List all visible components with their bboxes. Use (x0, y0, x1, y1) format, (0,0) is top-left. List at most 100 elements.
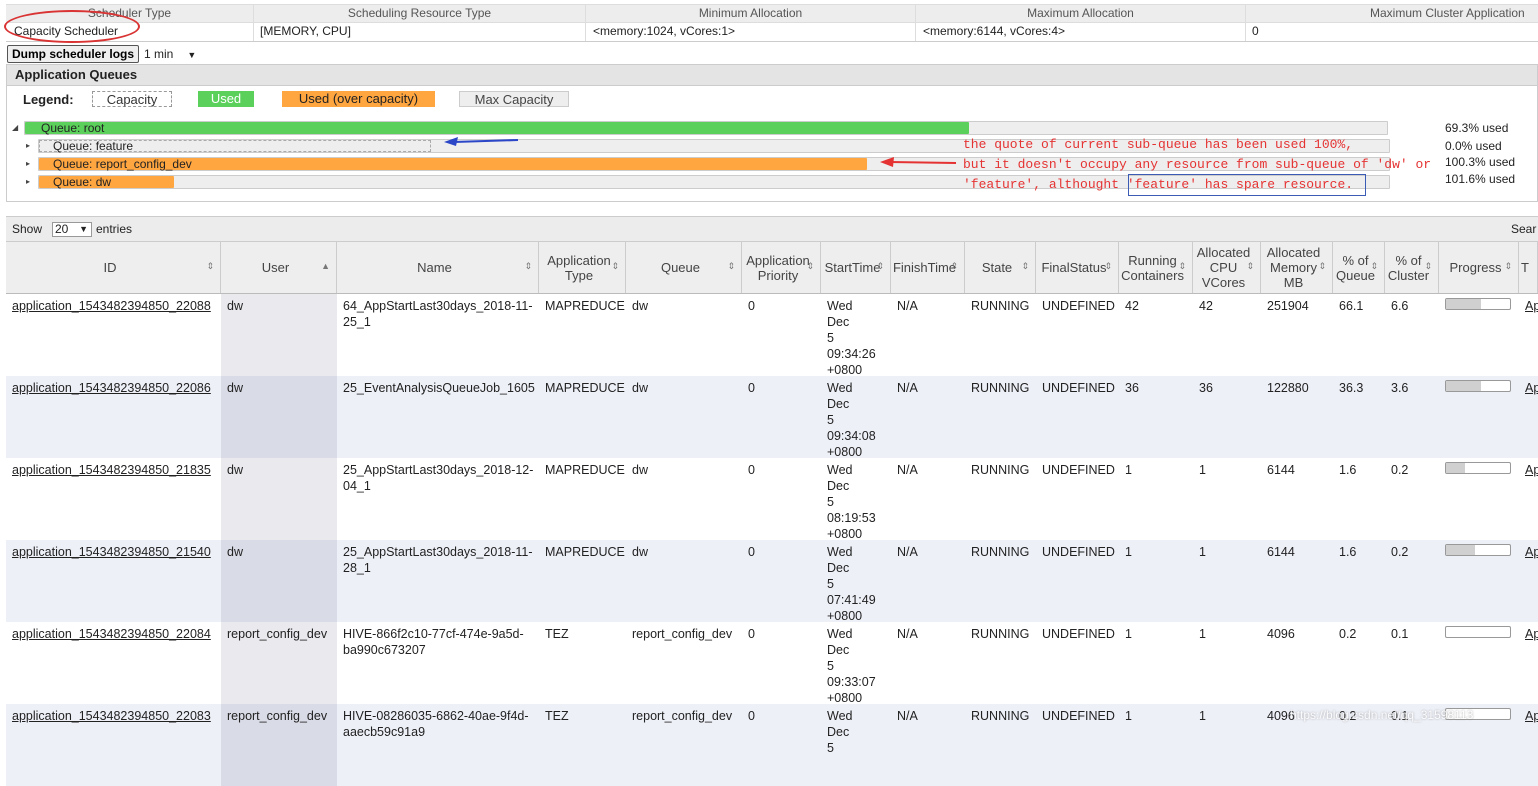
table-row[interactable]: application_1543482394850_22086 dw 25_Even… (6, 376, 1538, 458)
queue-bar-root[interactable]: Queue: root (24, 121, 1388, 135)
expand-toggle-icon[interactable]: ▸ (26, 157, 30, 171)
column-header-application-type[interactable]: Application Type ⇕ (539, 242, 626, 293)
cell-start-time: Wed Dec 5 09:34:08 +0800 2018 (827, 381, 876, 458)
column-header-allocated-memory[interactable]: Allocated Memory MB ⇕ (1261, 242, 1333, 293)
cell-state: RUNNING (971, 381, 1030, 395)
column-header-pct-queue[interactable]: % of Queue ⇕ (1333, 242, 1385, 293)
tracking-ui-link[interactable]: App (1525, 299, 1538, 313)
tracking-ui-link[interactable]: App (1525, 627, 1538, 641)
column-header-label: Queue (660, 260, 701, 275)
column-header-allocated-vcores[interactable]: Allocated CPU VCores ⇕ (1193, 242, 1261, 293)
sort-icon[interactable]: ⇕ (950, 259, 958, 274)
sort-icon[interactable]: ⇕ (1370, 259, 1378, 274)
sort-icon[interactable]: ⇕ (806, 259, 814, 274)
application-id-link[interactable]: application_1543482394850_22088 (12, 299, 211, 313)
sort-icon[interactable]: ⇕ (1178, 259, 1186, 274)
cell-final-status: UNDEFINED (1042, 299, 1115, 313)
cell-name: HIVE-08286035-6862-40ae-9f4d-aaecb59c91a… (343, 709, 529, 739)
cell-queue: dw (632, 299, 648, 313)
legend-capacity: Capacity (92, 91, 172, 107)
sort-icon[interactable]: ⇕ (1318, 259, 1326, 274)
cell-running-containers: 42 (1125, 299, 1139, 313)
annotation-line-3: 'feature', althought 'feature' has spare… (963, 177, 1354, 192)
cell-allocated-vcores: 42 (1199, 299, 1213, 313)
cell-state: RUNNING (971, 463, 1030, 477)
column-header-name[interactable]: Name ⇕ (337, 242, 539, 293)
dump-scheduler-logs-button[interactable]: Dump scheduler logs (7, 45, 140, 63)
column-header-pct-cluster[interactable]: % of Cluster ⇕ (1385, 242, 1439, 293)
expand-toggle-icon[interactable]: ▸ (26, 175, 30, 189)
tracking-ui-link[interactable]: App (1525, 381, 1538, 395)
column-header-state[interactable]: State ⇕ (965, 242, 1036, 293)
tracking-ui-link[interactable]: App (1525, 463, 1538, 477)
cell-start-time: Wed Dec 5 (827, 709, 853, 755)
table-row[interactable]: application_1543482394850_22084 report_co… (6, 622, 1538, 704)
queue-pct-report-config-dev: 100.3% used (1445, 155, 1516, 169)
sort-icon[interactable]: ⇕ (1104, 259, 1112, 274)
column-header-start-time[interactable]: StartTime ⇕ (821, 242, 891, 293)
sort-icon[interactable]: ⇕ (876, 259, 884, 274)
legend-over-capacity: Used (over capacity) (282, 91, 435, 107)
table-row[interactable]: application_1543482394850_21835 dw 25_AppS… (6, 458, 1538, 540)
column-header-progress[interactable]: Progress ⇕ (1439, 242, 1519, 293)
cell-start-time: Wed Dec 5 09:33:07 +0800 2018 (827, 627, 876, 704)
cell-allocated-memory: 4096 (1267, 627, 1295, 641)
sort-icon[interactable]: ⇕ (206, 259, 214, 274)
cell-final-status: UNDEFINED (1042, 545, 1115, 559)
table-row[interactable]: application_1543482394850_22088 dw 64_AppS… (6, 294, 1538, 376)
application-id-link[interactable]: application_1543482394850_21540 (12, 545, 211, 559)
column-header-user[interactable]: User ▲ (221, 242, 337, 293)
show-label: Show (12, 222, 43, 236)
progress-fill (1446, 299, 1482, 309)
scheduler-type-header: Scheduler Type (6, 5, 254, 22)
cell-tracking-ui: App (1519, 376, 1538, 458)
cell-pct-queue: 1.6 (1339, 545, 1357, 559)
cell-allocated-vcores: 1 (1199, 463, 1206, 477)
cell-id: application_1543482394850_22083 (6, 704, 221, 786)
sort-icon[interactable]: ⇕ (1504, 259, 1512, 274)
column-header-tracking-ui[interactable]: T (1519, 242, 1538, 293)
column-header-label: User (261, 260, 290, 275)
sort-icon[interactable]: ⇕ (524, 259, 532, 274)
sort-icon[interactable]: ⇕ (611, 259, 619, 274)
cell-tracking-ui: App (1519, 704, 1538, 786)
collapse-toggle-icon[interactable]: ◢ (12, 121, 18, 135)
column-header-final-status[interactable]: FinalStatus ⇕ (1036, 242, 1119, 293)
sort-icon[interactable]: ⇕ (1246, 259, 1254, 274)
queue-fill-root (25, 122, 969, 134)
progress-fill (1446, 545, 1475, 555)
application-id-link[interactable]: application_1543482394850_21835 (12, 463, 211, 477)
column-header-finish-time[interactable]: FinishTime ⇕ (891, 242, 965, 293)
red-arrow-icon (880, 157, 957, 167)
scheduler-type-value: Capacity Scheduler (6, 23, 254, 41)
cell-pct-queue: 1.6 (1339, 463, 1357, 477)
cell-user: dw (221, 294, 337, 376)
dump-interval-select[interactable]: 1 min ▼ (144, 46, 196, 63)
cell-running-containers: 36 (1125, 381, 1139, 395)
tracking-ui-link[interactable]: App (1525, 545, 1538, 559)
application-id-link[interactable]: application_1543482394850_22086 (12, 381, 211, 395)
application-id-link[interactable]: application_1543482394850_22083 (12, 709, 211, 723)
max-cluster-app-header: Maximum Cluster Application (1370, 6, 1525, 20)
cell-application-priority: 0 (748, 709, 755, 723)
application-id-link[interactable]: application_1543482394850_22084 (12, 627, 211, 641)
column-header-id[interactable]: ID ⇕ (6, 242, 221, 293)
column-header-label: Name (417, 260, 452, 275)
progress-fill (1446, 381, 1482, 391)
column-header-application-priority[interactable]: Application Priority ⇕ (742, 242, 821, 293)
cell-tracking-ui: App (1519, 540, 1538, 622)
sort-icon[interactable]: ▲ (321, 259, 330, 274)
cell-start-time: Wed Dec 5 07:41:49 +0800 2018 (827, 545, 876, 622)
column-header-queue[interactable]: Queue ⇕ (626, 242, 742, 293)
tracking-ui-link[interactable]: App (1525, 709, 1538, 723)
table-row[interactable]: application_1543482394850_21540 dw 25_AppS… (6, 540, 1538, 622)
sort-icon[interactable]: ⇕ (1424, 259, 1432, 274)
entries-per-page-select[interactable]: 20 ▼ (52, 222, 92, 237)
column-header-running-containers[interactable]: Running Containers ⇕ (1119, 242, 1193, 293)
expand-toggle-icon[interactable]: ▸ (26, 139, 30, 153)
sort-icon[interactable]: ⇕ (1021, 259, 1029, 274)
cell-user: dw (221, 540, 337, 622)
chevron-down-icon: ▼ (79, 224, 88, 234)
sort-icon[interactable]: ⇕ (727, 259, 735, 274)
cell-queue: dw (632, 381, 648, 395)
